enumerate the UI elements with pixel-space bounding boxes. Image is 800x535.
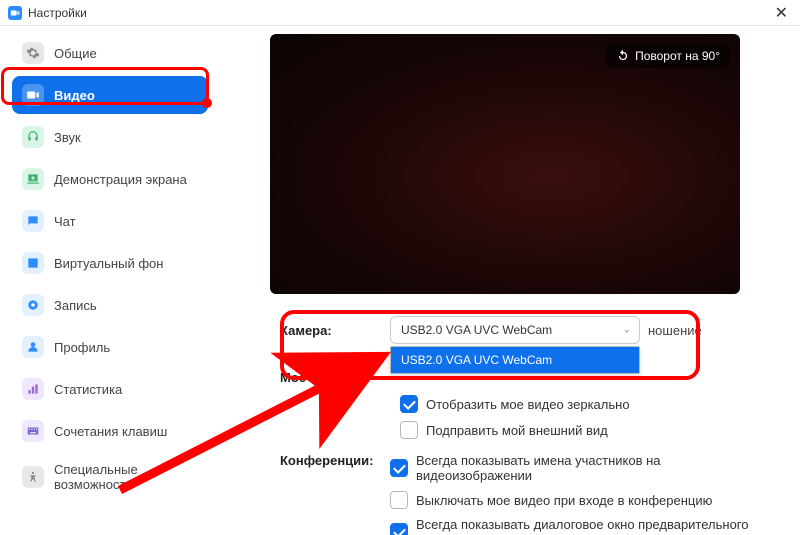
- preview-dialog-checkbox[interactable]: [390, 523, 408, 535]
- titlebar: Настройки ✕: [0, 0, 800, 26]
- window-title: Настройки: [28, 6, 87, 20]
- sidebar-item-label: Запись: [54, 298, 97, 313]
- main-panel: Поворот на 90° Камера: USB2.0 VGA UVC We…: [220, 26, 800, 535]
- sidebar-item-profile[interactable]: Профиль: [12, 328, 208, 366]
- sidebar-item-statistics[interactable]: Статистика: [12, 370, 208, 408]
- touchup-row: Подправить мой внешний вид: [400, 421, 770, 439]
- touchup-checkbox[interactable]: [400, 421, 418, 439]
- camera-dropdown: USB2.0 VGA UVC WebCam: [390, 346, 640, 374]
- record-icon: [22, 294, 44, 316]
- meetings-label: Конференции:: [280, 453, 390, 468]
- chevron-down-icon: ⌄: [623, 325, 631, 336]
- gear-icon: [22, 42, 44, 64]
- chat-icon: [22, 210, 44, 232]
- camera-selected-value: USB2.0 VGA UVC WebCam: [401, 323, 552, 337]
- mirror-row: Отобразить мое видео зеркально: [400, 395, 770, 413]
- sidebar-item-recording[interactable]: Запись: [12, 286, 208, 324]
- background-icon: [22, 252, 44, 274]
- meetings-row: Конференции: Всегда показывать имена уча…: [280, 453, 770, 535]
- sidebar-item-accessibility[interactable]: Специальные возможности: [12, 454, 208, 500]
- sidebar: Общие Видео Звук Демонстрация экрана Чат: [0, 26, 220, 535]
- show-names-row: Всегда показывать имена участников на ви…: [390, 453, 770, 483]
- rotate-icon: [616, 49, 630, 63]
- camera-select[interactable]: USB2.0 VGA UVC WebCam ⌄: [390, 316, 640, 344]
- sidebar-item-video[interactable]: Видео: [12, 76, 208, 114]
- sidebar-item-label: Виртуальный фон: [54, 256, 163, 271]
- sidebar-item-label: Статистика: [54, 382, 122, 397]
- touchup-label: Подправить мой внешний вид: [426, 423, 608, 438]
- sidebar-item-label: Чат: [54, 214, 76, 229]
- mirror-checkbox[interactable]: [400, 395, 418, 413]
- mute-on-join-row: Выключать мое видео при входе в конферен…: [390, 491, 770, 509]
- accessibility-icon: [22, 466, 44, 488]
- camera-option[interactable]: USB2.0 VGA UVC WebCam: [391, 347, 639, 373]
- headphones-icon: [22, 126, 44, 148]
- mute-on-join-label: Выключать мое видео при входе в конферен…: [416, 493, 712, 508]
- app-icon: [8, 6, 22, 20]
- show-names-checkbox[interactable]: [390, 459, 408, 477]
- preview-dialog-row: Всегда показывать диалоговое окно предва…: [390, 517, 770, 535]
- camera-row: Камера: USB2.0 VGA UVC WebCam ⌄ USB2.0 V…: [280, 316, 770, 344]
- sidebar-item-label: Профиль: [54, 340, 110, 355]
- sidebar-item-label: Специальные возможности: [54, 462, 198, 492]
- preview-dialog-label: Всегда показывать диалоговое окно предва…: [416, 517, 770, 535]
- sidebar-item-background[interactable]: Виртуальный фон: [12, 244, 208, 282]
- sidebar-item-label: Демонстрация экрана: [54, 172, 187, 187]
- sidebar-item-chat[interactable]: Чат: [12, 202, 208, 240]
- sidebar-item-label: Звук: [54, 130, 81, 145]
- video-icon: [22, 84, 44, 106]
- rotate-button[interactable]: Поворот на 90°: [606, 44, 730, 68]
- trailing-text: ношение: [648, 323, 702, 338]
- sidebar-item-share[interactable]: Демонстрация экрана: [12, 160, 208, 198]
- sidebar-item-label: Сочетания клавиш: [54, 424, 167, 439]
- camera-label: Камера:: [280, 323, 390, 338]
- mirror-label: Отобразить мое видео зеркально: [426, 397, 630, 412]
- my-video-label: Мое в: [280, 370, 390, 385]
- sidebar-item-shortcuts[interactable]: Сочетания клавиш: [12, 412, 208, 450]
- keyboard-icon: [22, 420, 44, 442]
- sidebar-item-general[interactable]: Общие: [12, 34, 208, 72]
- sidebar-item-label: Видео: [54, 88, 95, 103]
- share-screen-icon: [22, 168, 44, 190]
- profile-icon: [22, 336, 44, 358]
- mute-on-join-checkbox[interactable]: [390, 491, 408, 509]
- sidebar-item-label: Общие: [54, 46, 97, 61]
- show-names-label: Всегда показывать имена участников на ви…: [416, 453, 770, 483]
- close-icon[interactable]: ✕: [771, 3, 792, 23]
- sidebar-item-audio[interactable]: Звук: [12, 118, 208, 156]
- rotate-label: Поворот на 90°: [635, 49, 720, 63]
- video-preview: Поворот на 90°: [270, 34, 740, 294]
- statistics-icon: [22, 378, 44, 400]
